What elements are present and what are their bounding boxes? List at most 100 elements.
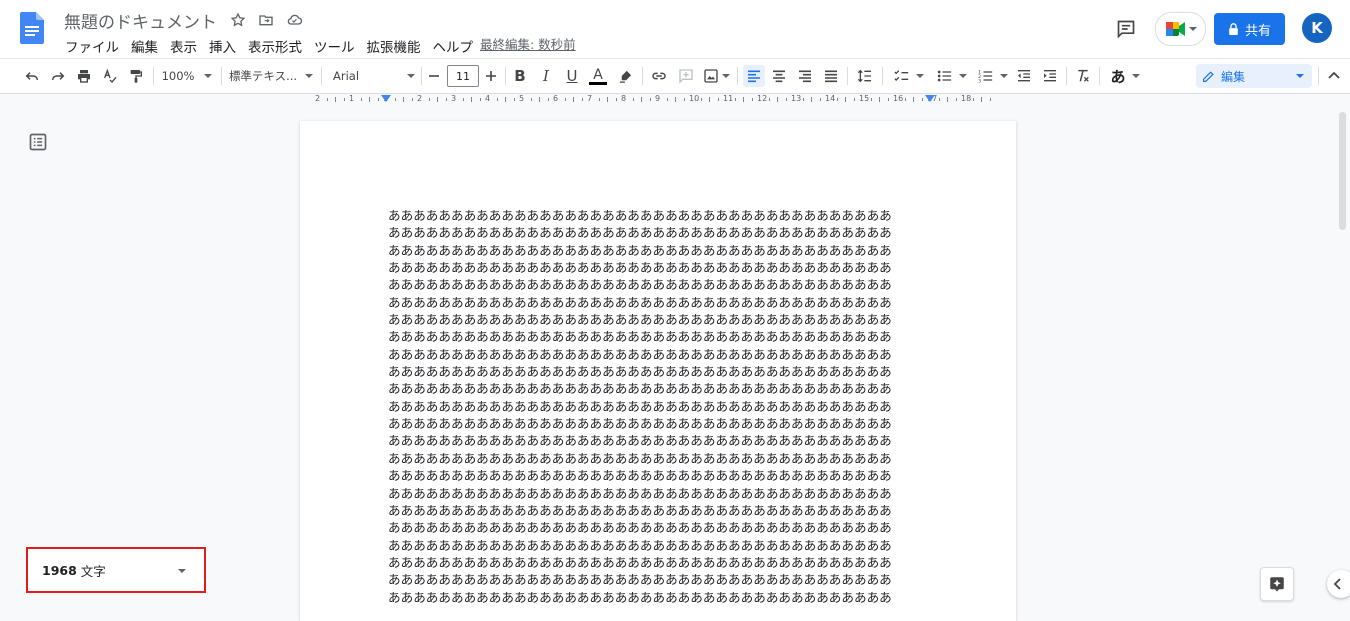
document-line[interactable]: ああああああああああああああああああああああああああああああああああああああああ <box>388 554 948 571</box>
document-line[interactable]: ああああああああああああああああああああああああああああああああああああああああ <box>388 450 948 467</box>
ruler-tick-label: 2 <box>417 94 423 103</box>
side-panel-toggle[interactable] <box>1327 570 1350 598</box>
spellcheck-icon[interactable] <box>100 66 120 86</box>
account-avatar[interactable]: K <box>1302 13 1332 43</box>
align-justify-icon[interactable] <box>821 66 841 86</box>
chevron-down-icon <box>1188 27 1197 31</box>
ruler-tick-label: 2 <box>315 94 321 103</box>
font-size-input[interactable]: 11 <box>447 65 479 87</box>
document-outline-icon[interactable] <box>28 132 48 152</box>
document-line[interactable]: ああああああああああああああああああああああああああああああああああああああああ <box>388 485 948 502</box>
align-center-icon[interactable] <box>769 66 789 86</box>
underline-icon[interactable]: U <box>563 66 581 86</box>
align-right-icon[interactable] <box>795 66 815 86</box>
meet-button[interactable] <box>1155 12 1206 46</box>
line-spacing-icon[interactable] <box>854 66 876 86</box>
docs-logo-icon[interactable] <box>20 12 44 44</box>
document-line[interactable]: ああああああああああああああああああああああああああああああああああああああああ <box>388 259 948 276</box>
align-left-icon[interactable] <box>743 65 765 87</box>
document-line[interactable]: ああああああああああああああああああああああああああああああああああああああああ <box>388 398 948 415</box>
word-count-widget[interactable]: 1968 文字 <box>26 547 206 593</box>
document-line[interactable]: ああああああああああああああああああああああああああああああああああああああああ <box>388 589 948 606</box>
chevron-down-icon[interactable] <box>178 569 186 573</box>
highlight-color-icon[interactable] <box>615 66 635 86</box>
chevron-down-icon <box>407 74 415 78</box>
ruler-tick <box>887 98 889 101</box>
increase-font-size-button[interactable] <box>482 66 500 86</box>
bulleted-list-button[interactable] <box>932 66 970 86</box>
right-indent-marker[interactable] <box>925 95 935 102</box>
document-body[interactable]: ああああああああああああああああああああああああああああああああああああああああ… <box>388 207 948 606</box>
doc-title[interactable]: 無題のドキュメント <box>64 8 217 33</box>
undo-icon[interactable] <box>22 66 42 86</box>
menu-view[interactable]: 表示 <box>164 34 203 58</box>
ruler-tick <box>369 97 370 102</box>
share-button[interactable]: 共有 <box>1214 13 1285 45</box>
increase-indent-icon[interactable] <box>1040 66 1060 86</box>
menu-tools[interactable]: ツール <box>308 34 361 58</box>
ruler-tick <box>598 98 600 101</box>
decrease-indent-icon[interactable] <box>1014 66 1034 86</box>
explore-sparkle-icon <box>1270 577 1284 592</box>
ruler-tick-label: 18 <box>961 94 972 103</box>
vertical-scrollbar[interactable] <box>1336 108 1350 608</box>
hide-menus-icon[interactable] <box>1325 66 1343 86</box>
input-tools-button[interactable]: あ <box>1106 66 1144 86</box>
checklist-button[interactable] <box>889 66 927 86</box>
horizontal-ruler[interactable]: 2 1 1 2 3 4 5 6 7 8 9 10 11 12 13 14 15 16 17 18 <box>300 93 1016 107</box>
document-line[interactable]: ああああああああああああああああああああああああああああああああああああああああ <box>388 363 948 380</box>
scrollbar-thumb[interactable] <box>1339 112 1346 230</box>
document-line[interactable]: ああああああああああああああああああああああああああああああああああああああああ <box>388 537 948 554</box>
ruler-tick <box>530 98 532 101</box>
document-line[interactable]: ああああああああああああああああああああああああああああああああああああああああ <box>388 380 948 397</box>
document-line[interactable]: ああああああああああああああああああああああああああああああああああああああああ <box>388 276 948 293</box>
font-select[interactable]: Arial <box>333 66 415 86</box>
document-line[interactable]: ああああああああああああああああああああああああああああああああああああああああ <box>388 311 948 328</box>
document-line[interactable]: ああああああああああああああああああああああああああああああああああああああああ <box>388 224 948 241</box>
zoom-select[interactable]: 100% <box>162 66 213 86</box>
menu-help[interactable]: ヘルプ <box>427 34 480 58</box>
document-line[interactable]: ああああああああああああああああああああああああああああああああああああああああ <box>388 328 948 345</box>
document-line[interactable]: ああああああああああああああああああああああああああああああああああああああああ <box>388 294 948 311</box>
italic-icon[interactable]: I <box>537 66 555 86</box>
paragraph-style-select[interactable]: 標準テキス... <box>229 66 314 86</box>
document-line[interactable]: ああああああああああああああああああああああああああああああああああああああああ <box>388 207 948 224</box>
text-color-icon[interactable]: A <box>588 66 608 86</box>
redo-icon[interactable] <box>48 66 68 86</box>
add-comment-icon[interactable] <box>675 66 697 86</box>
star-icon[interactable] <box>228 10 248 30</box>
editing-mode-select[interactable]: 編集 <box>1196 64 1312 88</box>
document-line[interactable]: ああああああああああああああああああああああああああああああああああああああああ <box>388 467 948 484</box>
chevron-down-icon <box>1131 74 1140 78</box>
move-folder-icon[interactable] <box>256 10 276 30</box>
print-icon[interactable] <box>74 66 94 86</box>
comment-history-button[interactable] <box>1112 15 1140 43</box>
menu-insert[interactable]: 挿入 <box>203 34 242 58</box>
document-line[interactable]: ああああああああああああああああああああああああああああああああああああああああ <box>388 519 948 536</box>
menu-edit[interactable]: 編集 <box>125 34 164 58</box>
ruler-tick <box>360 98 362 101</box>
last-edit-link[interactable]: 最終編集: 数秒前 <box>480 34 576 53</box>
document-line[interactable]: ああああああああああああああああああああああああああああああああああああああああ <box>388 242 948 259</box>
insert-image-button[interactable] <box>701 66 731 86</box>
paint-format-icon[interactable] <box>126 66 146 86</box>
document-line[interactable]: ああああああああああああああああああああああああああああああああああああああああ <box>388 346 948 363</box>
numbered-list-button[interactable]: 123 <box>973 66 1011 86</box>
cloud-status-icon[interactable] <box>284 10 304 30</box>
document-line[interactable]: ああああああああああああああああああああああああああああああああああああああああ <box>388 415 948 432</box>
document-line[interactable]: ああああああああああああああああああああああああああああああああああああああああ <box>388 432 948 449</box>
document-page[interactable]: ああああああああああああああああああああああああああああああああああああああああ… <box>300 121 1016 621</box>
pencil-icon <box>1203 70 1214 82</box>
explore-button[interactable] <box>1260 567 1294 601</box>
insert-link-icon[interactable] <box>648 66 670 86</box>
menu-format[interactable]: 表示形式 <box>242 34 308 58</box>
document-line[interactable]: ああああああああああああああああああああああああああああああああああああああああ <box>388 571 948 588</box>
bold-icon[interactable]: B <box>511 66 529 86</box>
decrease-font-size-button[interactable] <box>425 66 443 86</box>
menu-file[interactable]: ファイル <box>59 34 125 58</box>
ruler-tick-label: 14 <box>825 94 836 103</box>
left-indent-marker[interactable] <box>381 95 391 102</box>
clear-formatting-icon[interactable] <box>1073 66 1093 86</box>
menu-extensions[interactable]: 拡張機能 <box>361 34 427 58</box>
document-line[interactable]: ああああああああああああああああああああああああああああああああああああああああ <box>388 502 948 519</box>
